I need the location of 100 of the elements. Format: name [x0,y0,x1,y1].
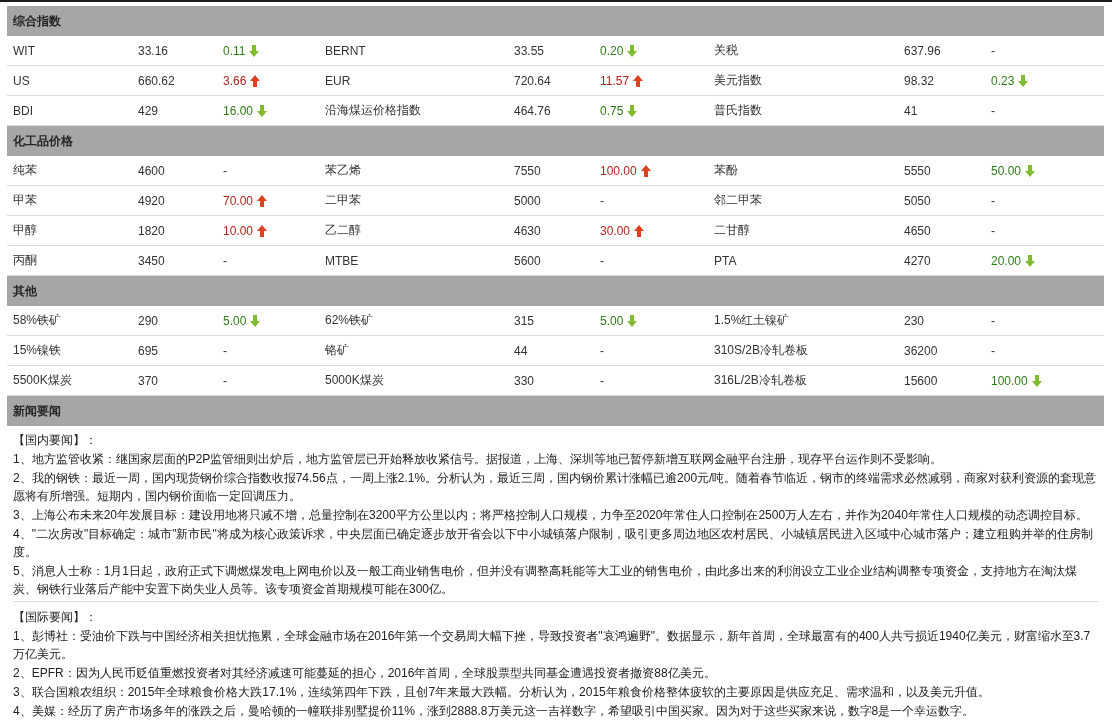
down-arrow-icon [1018,74,1029,87]
item-name: 二甲苯 [325,192,361,209]
change-value: 5.00 [600,313,624,328]
news-item: 4、"二次房改"目标确定：城市"新市民"将成为核心政策诉求，中央层面已确定逐步放开省会以下中小城镇落户限制，吸引更多周边地区农村居民、小城镇居民进入区域中心城市落户；建立租购并举的住房制度。 [13,526,1094,561]
price-value: 230 [904,313,925,328]
change-value: 70.00 [223,193,254,208]
down-arrow-icon [1031,374,1042,387]
item-name: 苯酚 [714,162,738,179]
price-value: 5550 [904,163,931,178]
news-item: 5、消息人士称：1月1日起，政府正式下调燃煤发电上网电价以及一般工商业销售电价，但并没有调整高耗能等大工业的销售电价，由此多出来的利润设立工业企业结构调整专项资金，支持地方在淘汰煤炭、钢铁行业落后产能中安置下岗失业人员等。该专项资金首期规模可能在300亿。 [13,563,1079,598]
price-value: 637.96 [904,43,941,58]
price-value: 290 [138,313,159,328]
change-value: - [991,103,995,118]
price-value: 33.16 [138,43,169,58]
change-value: - [223,373,227,388]
price-value: 98.32 [904,73,935,88]
up-arrow-icon [257,224,268,237]
price-value: 660.62 [138,73,175,88]
item-name: 5500K煤炭 [13,372,72,389]
item-name: 乙二醇 [325,222,361,239]
news-item: 1、地方监管收紧：继国家层面的P2P监管细则出炉后，地方监管层已开始释放收紧信号。据报道，上海、深圳等地已暂停新增互联网金融平台注册，现存平台运作则不受影响。 [13,451,944,468]
item-name: 316L/2B冷轧卷板 [714,372,807,389]
item-name: PTA [714,253,737,268]
down-arrow-icon [627,44,638,57]
change-value: 10.00 [223,223,254,238]
item-name: 铬矿 [325,342,349,359]
down-arrow-icon [627,314,638,327]
up-arrow-icon [257,194,268,207]
change-value: - [223,163,227,178]
item-name: 310S/2B冷轧卷板 [714,342,809,359]
item-name: BERNT [325,43,366,58]
news-item: 1、彭博社：受油价下跌与中国经济相关担忧拖累，全球金融市场在2016年第一个交易周大幅下挫，导致投资者"哀鸿遍野"。数据显示，新年首周，全球最富有的400人共亏损近1940亿美元，财富缩水至3.7万亿美元。 [13,628,1092,663]
price-value: 15600 [904,373,938,388]
item-name: 丙酮 [13,252,37,269]
change-value: 20.00 [991,253,1022,268]
item-name: US [13,73,30,88]
price-value: 429 [138,103,159,118]
change-value: 50.00 [991,163,1022,178]
price-value: 330 [514,373,535,388]
down-arrow-icon [1025,164,1036,177]
change-value: - [223,343,227,358]
price-value: 5600 [514,253,541,268]
change-value: - [991,193,995,208]
price-value: 36200 [904,343,938,358]
item-name: MTBE [325,253,359,268]
item-name: WIT [13,43,35,58]
change-value: - [600,193,604,208]
change-value: - [600,253,604,268]
item-name: 58%铁矿 [13,312,62,329]
down-arrow-icon [627,104,638,117]
section-header: 综合指数 [7,6,1104,36]
price-value: 5000 [514,193,541,208]
section-header: 新闻要闻 [7,396,1104,426]
change-value: 100.00 [991,373,1028,388]
change-value: - [223,253,227,268]
change-value: 0.11 [223,43,246,58]
change-value: - [991,343,995,358]
item-name: 纯苯 [13,162,37,179]
item-name: 普氏指数 [714,102,762,119]
change-value: - [991,313,995,328]
price-value: 4650 [904,223,931,238]
item-name: 沿海煤运价格指数 [325,102,421,119]
price-value: 7550 [514,163,541,178]
change-value: 30.00 [600,223,631,238]
price-value: 5050 [904,193,931,208]
news-item: 2、EPFR：因为人民币贬值重燃投资者对其经济减速可能蔓延的担心，2016年首周，全球股票型共同基金遭遇投资者撤资88亿美元。 [13,665,717,682]
up-arrow-icon [640,164,651,177]
change-value: 100.00 [600,163,637,178]
price-value: 44 [514,343,528,358]
item-name: 关税 [714,42,738,59]
news-item: 3、上海公布未来20年发展目标：建设用地将只减不增，总量控制在3200平方公里以内；将严格控制人口规模，力争至2020年常住人口控制在2500万人左右，并作为2040年常住人口规模的动态调控目标。 [13,507,1089,524]
change-value: 3.66 [223,73,247,88]
change-value: 11.57 [600,73,630,88]
section-header: 化工品价格 [7,126,1104,156]
item-name: 美元指数 [714,72,762,89]
up-arrow-icon [250,74,261,87]
down-arrow-icon [257,104,268,117]
change-value: 0.75 [600,103,624,118]
news-group-heading: 【国际要闻】： [13,609,98,626]
change-value: 16.00 [223,103,254,118]
price-value: 4270 [904,253,931,268]
item-name: 二甘醇 [714,222,750,239]
price-value: 370 [138,373,159,388]
item-name: 甲醇 [13,222,37,239]
price-value: 695 [138,343,159,358]
change-value: - [991,43,995,58]
price-value: 315 [514,313,535,328]
change-value: 0.23 [991,73,1015,88]
change-value: 0.20 [600,43,624,58]
item-name: 苯乙烯 [325,162,361,179]
change-value: - [600,343,604,358]
price-value: 41 [904,103,918,118]
news-item: 3、联合国粮农组织：2015年全球粮食价格大跌17.1%，连续第四年下跌，且创7年来最大跌幅。分析认为，2015年粮食价格整体疲软的主要原因是供应充足、需求温和，以及美元升值。 [13,684,991,701]
change-value: 5.00 [223,313,247,328]
up-arrow-icon [633,74,644,87]
price-value: 1820 [138,223,165,238]
down-arrow-icon [249,44,260,57]
price-value: 33.55 [514,43,545,58]
price-value: 4920 [138,193,165,208]
change-value: - [600,373,604,388]
